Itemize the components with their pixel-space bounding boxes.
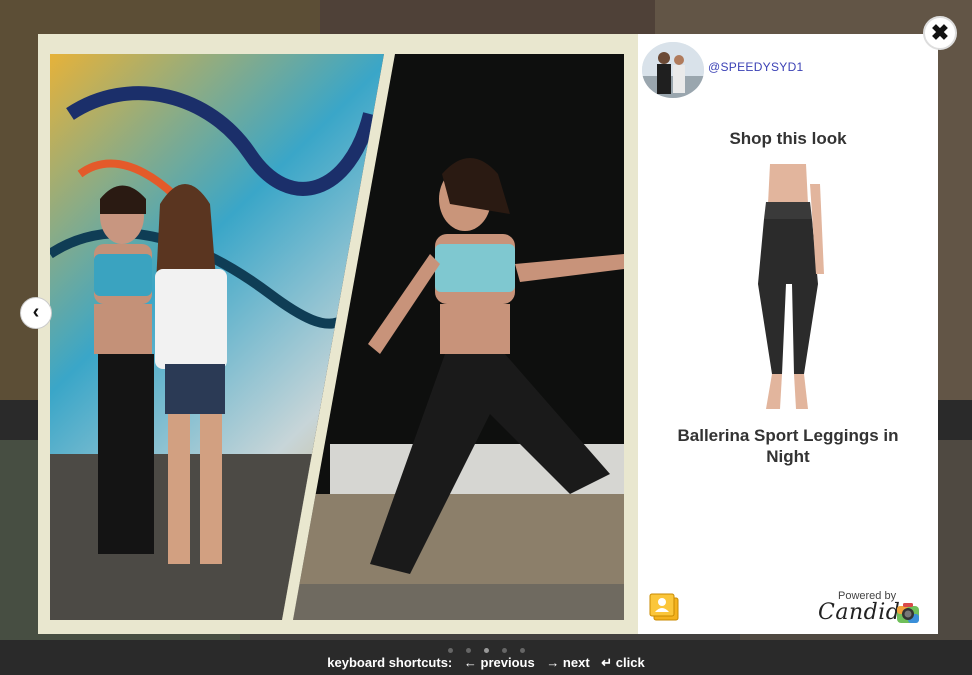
avatar[interactable] [642,42,704,98]
pagination-dot[interactable] [520,648,525,653]
shortcut-next: → next [546,655,590,670]
pagination-dot[interactable] [484,648,489,653]
pagination-dot[interactable] [448,648,453,653]
shop-title: Shop this look [729,129,847,148]
shortcuts-label: keyboard shortcuts: [327,655,453,670]
candid-logo-text[interactable]: Candid [818,600,900,625]
shop-panel: @SPEEDYSYD1 Shop this look Ballerina Spo… [638,34,938,634]
chevron-left-icon: ‹ [32,301,40,323]
lightbox-modal: @SPEEDYSYD1 Shop this look Ballerina Spo… [38,34,938,634]
post-photo[interactable] [50,54,624,620]
product-image[interactable] [708,164,868,414]
shortcut-click: ↵ click [601,655,645,670]
close-button[interactable]: ✖ [923,16,957,50]
pagination-dot[interactable] [502,648,507,653]
avatar-image [642,42,704,98]
gallery-icon[interactable] [646,590,680,624]
close-icon: ✖ [930,20,950,45]
shortcut-previous: ← previous [463,655,535,670]
camera-icon [897,603,919,623]
keyboard-shortcuts-bar: keyboard shortcuts: ← previous → next ↵ … [0,655,972,675]
product-name[interactable]: Ballerina Sport Leggings in Night [658,425,918,467]
photo-panel [38,34,638,634]
username-link[interactable]: @SPEEDYSYD1 [708,60,804,74]
pagination-dot[interactable] [466,648,471,653]
photo-divider [282,54,395,620]
previous-button[interactable]: ‹ [20,297,52,329]
